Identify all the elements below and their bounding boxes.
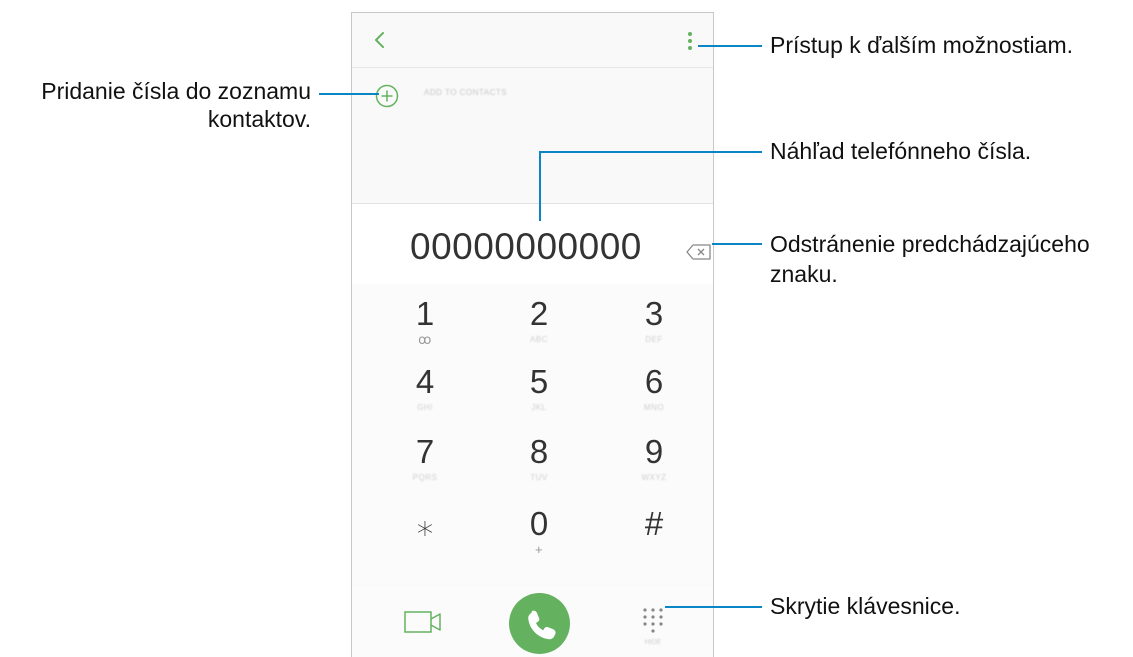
- annotation-more-options: Prístup k ďalším možnostiam.: [770, 32, 1073, 58]
- annotation-hide-keypad: Skrytie klávesnice.: [770, 593, 961, 619]
- key-hash[interactable]: #: [597, 494, 711, 564]
- key-digit: 7: [415, 433, 435, 470]
- key-4[interactable]: 4 GHI: [368, 352, 482, 422]
- key-digit: 4: [415, 363, 435, 400]
- key-letters: ABC: [530, 335, 548, 344]
- leader-line-preview: [539, 151, 762, 153]
- key-1[interactable]: 1 ꝏ: [368, 284, 482, 354]
- leader-line-preview-vertical: [539, 151, 541, 221]
- key-digit: 9: [644, 433, 664, 470]
- leader-line-add: [319, 93, 379, 95]
- add-to-contacts-label[interactable]: ADD TO CONTACTS: [424, 88, 507, 97]
- hide-keypad-label: HIDE: [644, 639, 662, 646]
- phone-screen: ADD TO CONTACTS 00000000000 1 ꝏ 2 ABC 3 …: [351, 12, 714, 657]
- key-8[interactable]: 8 TUV: [482, 422, 596, 492]
- key-digit: 2: [529, 295, 549, 332]
- annotation-delete-2: znaku.: [770, 261, 838, 287]
- key-digit: ⁎: [416, 505, 434, 542]
- key-star[interactable]: ⁎: [368, 494, 482, 564]
- add-to-contacts-row[interactable]: ADD TO CONTACTS: [352, 68, 713, 120]
- back-icon[interactable]: [370, 29, 390, 51]
- key-digit: 6: [644, 363, 664, 400]
- key-digit: 1: [415, 295, 435, 332]
- more-options-icon[interactable]: [686, 30, 694, 52]
- annotation-preview: Náhľad telefónneho čísla.: [770, 138, 1032, 164]
- call-button[interactable]: [509, 593, 570, 654]
- key-digit: 5: [529, 363, 549, 400]
- key-letters: PQRS: [412, 473, 438, 482]
- backspace-icon[interactable]: [686, 244, 712, 260]
- key-digit: 0: [529, 505, 549, 542]
- annotation-delete-1: Odstránenie predchádzajúceho: [770, 231, 1090, 257]
- key-letters: JKL: [531, 403, 547, 412]
- key-6[interactable]: 6 MNO: [597, 352, 711, 422]
- key-digit: #: [644, 505, 664, 542]
- top-bar: [352, 13, 713, 68]
- key-letters: TUV: [530, 473, 548, 482]
- phone-number-preview: 00000000000: [410, 226, 642, 267]
- annotation-add-contact-1: Pridanie čísla do zoznamu: [41, 78, 311, 104]
- key-letters: MNO: [643, 403, 665, 412]
- key-letters: GHI: [417, 403, 433, 412]
- key-letters: DEF: [645, 335, 663, 344]
- key-letters: [368, 544, 482, 556]
- key-plus: +: [534, 542, 544, 557]
- key-letters: WXYZ: [641, 473, 667, 482]
- key-2[interactable]: 2 ABC: [482, 284, 596, 354]
- key-digit: 3: [644, 295, 664, 332]
- key-3[interactable]: 3 DEF: [597, 284, 711, 354]
- annotation-add-contact-2: kontaktov.: [207, 106, 311, 132]
- leader-line-hide: [665, 606, 762, 608]
- dial-keypad: 1 ꝏ 2 ABC 3 DEF 4 GHI 5 JKL 6 MNO 7 PQRS…: [352, 284, 713, 584]
- voicemail-icon: ꝏ: [418, 332, 432, 347]
- video-call-icon[interactable]: [404, 611, 442, 633]
- key-9[interactable]: 9 WXYZ: [597, 422, 711, 492]
- key-letters: [597, 544, 711, 556]
- phone-icon: [528, 610, 556, 640]
- bottom-actions: HIDE: [352, 585, 713, 657]
- number-display: 00000000000: [352, 203, 713, 284]
- leader-line-delete: [712, 243, 762, 245]
- add-circle-icon[interactable]: [375, 84, 399, 108]
- key-digit: 8: [529, 433, 549, 470]
- hide-keypad-button[interactable]: HIDE: [639, 605, 667, 649]
- key-5[interactable]: 5 JKL: [482, 352, 596, 422]
- leader-line-more: [698, 45, 762, 47]
- key-7[interactable]: 7 PQRS: [368, 422, 482, 492]
- key-0[interactable]: 0 +: [482, 494, 596, 564]
